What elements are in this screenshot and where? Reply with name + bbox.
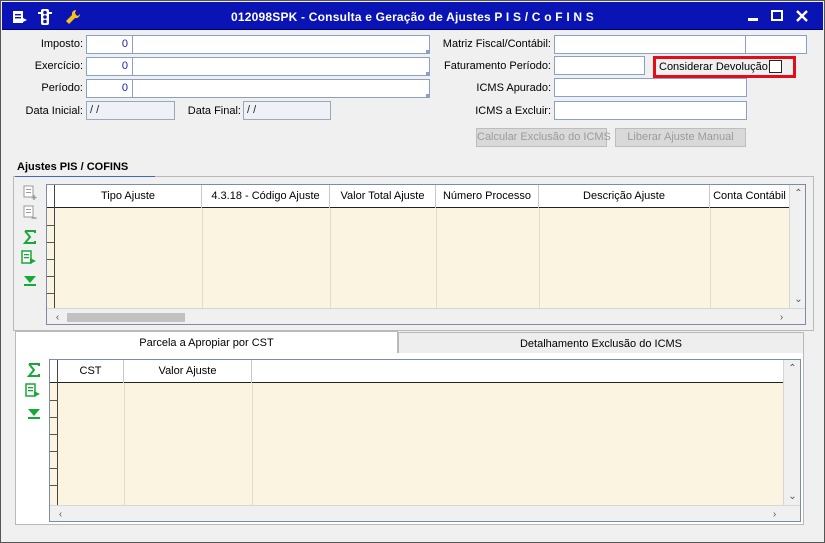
parcela-horizontal-scrollbar[interactable]: ‹ › [50,505,800,521]
matriz-fiscal-description-input[interactable] [745,35,807,54]
row-tick [50,434,58,435]
data-inicial-label: Data Inicial: [25,105,83,117]
icms-excluir-label: ICMS a Excluir: [475,105,551,117]
download-arrow-icon[interactable] [26,405,42,421]
export-icon[interactable] [21,250,37,266]
calcular-exclusao-button[interactable]: Calcular Exclusão do ICMS [476,128,611,147]
row-tick [47,293,55,294]
data-final-label: Data Final: [187,105,241,117]
data-inicial-input[interactable]: / / [86,101,175,120]
window-title: 012098SPK - Consulta e Geração de Ajuste… [231,10,594,24]
row-tick [47,225,55,226]
maximize-icon [771,10,783,21]
imposto-code-input[interactable]: 0 [86,35,134,54]
col-descricao-ajuste[interactable]: Descrição Ajuste [539,185,710,208]
scroll-right-icon[interactable]: › [766,506,783,521]
considerar-devolucao-highlight: Considerar Devolução: [653,56,796,78]
tab-parcela-apropiar[interactable]: Parcela a Apropiar por CST [15,331,398,353]
scroll-right-icon[interactable]: › [773,309,790,324]
export-icon[interactable] [25,383,41,399]
window-menu-icon[interactable] [10,8,28,26]
scroll-up-icon[interactable]: ⌃ [784,360,800,377]
scroll-down-icon[interactable]: ⌄ [790,291,805,308]
main-window: 012098SPK - Consulta e Geração de Ajuste… [0,0,825,543]
periodo-label: Período: [41,82,83,94]
wrench-icon[interactable] [64,8,82,26]
tab-detalhamento-exclusao[interactable]: Detalhamento Exclusão do ICMS [398,332,804,354]
close-icon [796,10,808,22]
row-tick [50,417,58,418]
parcela-grid[interactable]: CST Valor Ajuste ⌃ ⌄ ‹ › [49,359,801,522]
row-tick [50,468,58,469]
considerar-devolucao-checkbox[interactable] [769,60,782,73]
col-valor-ajuste[interactable]: Valor Ajuste [124,360,252,383]
exercicio-description-input[interactable] [132,57,430,76]
grid-column-line [330,208,331,324]
periodo-description-input[interactable] [132,79,430,98]
row-tick [47,242,55,243]
col-numero-processo[interactable]: Número Processo [436,185,539,208]
grid-corner [47,185,55,208]
grid-column-line [710,208,711,324]
ajustes-section-title: Ajustes PIS / COFINS [17,161,129,173]
periodo-code-input[interactable]: 0 [86,79,134,98]
col-tipo-ajuste[interactable]: Tipo Ajuste [55,185,202,208]
scroll-left-icon[interactable]: ‹ [49,309,66,324]
grid-column-line [436,208,437,324]
matriz-fiscal-label: Matriz Fiscal/Contábil: [442,38,551,50]
maximize-button[interactable] [768,8,786,24]
liberar-ajuste-button[interactable]: Liberar Ajuste Manual [615,128,746,147]
row-tick [47,259,55,260]
row-tick [50,400,58,401]
minimize-button[interactable] [744,8,762,24]
considerar-devolucao-label: Considerar Devolução: [659,61,771,73]
download-arrow-icon[interactable] [22,272,38,288]
remove-row-icon[interactable] [22,205,38,221]
grid-column-line [539,208,540,324]
icms-apurado-label: ICMS Apurado: [476,82,551,94]
row-tick [50,451,58,452]
add-row-icon[interactable] [22,185,38,201]
ajustes-horizontal-scrollbar[interactable]: ‹ › [47,308,805,324]
parcela-grid-header: CST Valor Ajuste [50,360,800,383]
exercicio-label: Exercício: [34,60,83,72]
col-conta-contabil[interactable]: Conta Contábil [710,185,790,208]
grid-corner [50,360,58,383]
horizontal-scroll-thumb[interactable] [67,313,185,322]
faturamento-periodo-input[interactable] [554,56,645,75]
scroll-down-icon[interactable]: ⌄ [784,488,800,505]
exercicio-code-input[interactable]: 0 [86,57,134,76]
row-tick [47,276,55,277]
ajustes-vertical-scrollbar[interactable]: ⌃ ⌄ [789,185,805,309]
imposto-label: Imposto: [40,38,83,50]
data-final-input[interactable]: / / [243,101,331,120]
col-cst[interactable]: CST [58,360,124,383]
ajustes-grid[interactable]: Tipo Ajuste 4.3.18 - Código Ajuste Valor… [46,184,806,325]
grid-column-line [124,383,125,521]
icms-excluir-input[interactable] [554,101,747,120]
title-bar: 012098SPK - Consulta e Geração de Ajuste… [2,2,823,30]
close-button[interactable] [793,8,811,24]
matriz-fiscal-code-input[interactable] [554,35,747,54]
col-valor-total-ajuste[interactable]: Valor Total Ajuste [330,185,436,208]
row-indicator-column [50,383,58,521]
faturamento-periodo-label: Faturamento Período: [443,60,551,72]
minimize-icon [748,18,758,21]
imposto-description-input[interactable] [132,35,430,54]
traffic-light-icon[interactable] [36,8,54,26]
section-underline [15,176,155,177]
col-codigo-ajuste[interactable]: 4.3.18 - Código Ajuste [202,185,330,208]
sigma-icon[interactable] [22,229,38,245]
parcela-vertical-scrollbar[interactable]: ⌃ ⌄ [783,360,800,506]
row-tick [50,485,58,486]
grid-column-line [252,383,253,521]
grid-column-line [202,208,203,324]
sigma-icon[interactable] [26,362,42,378]
scroll-up-icon[interactable]: ⌃ [790,185,805,202]
ajustes-grid-header: Tipo Ajuste 4.3.18 - Código Ajuste Valor… [47,185,805,208]
scroll-left-icon[interactable]: ‹ [52,506,69,521]
icms-apurado-input[interactable] [554,78,747,97]
